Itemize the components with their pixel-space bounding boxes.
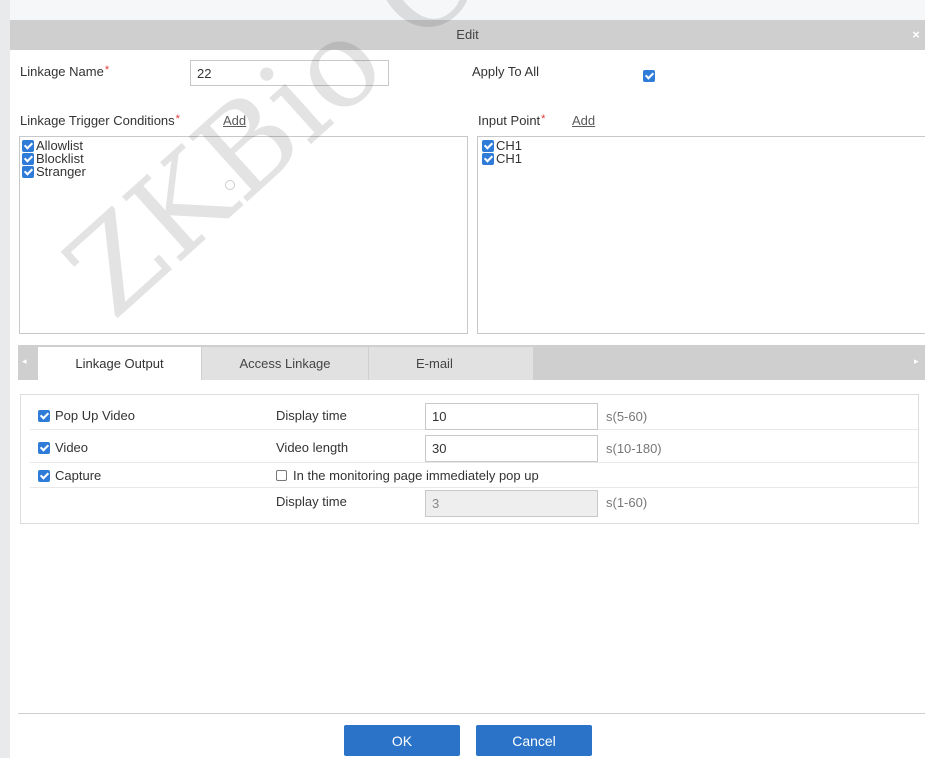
- display-time-range: s(5-60): [606, 409, 648, 424]
- trigger-conditions-list[interactable]: Allowlist Blocklist Stranger: [19, 136, 468, 334]
- blocklist-checkbox[interactable]: [22, 152, 34, 165]
- window-edge: [0, 0, 10, 758]
- dialog-title: Edit: [456, 27, 479, 42]
- display-time-input[interactable]: [425, 403, 598, 430]
- apply-to-all-label: Apply To All: [472, 64, 539, 79]
- video-length-label: Video length: [276, 440, 349, 455]
- list-item[interactable]: Blocklist: [20, 152, 467, 165]
- input-point-list[interactable]: CH1 CH1: [477, 136, 925, 334]
- list-item[interactable]: CH1: [480, 139, 925, 152]
- trigger-conditions-label: Linkage Trigger Conditions*: [20, 113, 180, 128]
- dialog-title-bar: Edit ×: [10, 20, 925, 50]
- pop-up-video-checkbox[interactable]: [38, 409, 50, 422]
- capture-option[interactable]: Capture: [38, 468, 101, 483]
- capture-display-time-range: s(1-60): [606, 495, 648, 510]
- input-point-label: Input Point*: [478, 113, 546, 128]
- pop-up-video-option[interactable]: Pop Up Video: [38, 408, 135, 423]
- background-band: [0, 0, 925, 20]
- footer-divider: [18, 713, 925, 714]
- tab-linkage-output[interactable]: Linkage Output: [38, 347, 201, 380]
- video-option[interactable]: Video: [38, 440, 88, 455]
- capture-display-time-label: Display time: [276, 494, 347, 509]
- stranger-checkbox[interactable]: [22, 165, 34, 178]
- list-item[interactable]: Stranger: [20, 165, 467, 178]
- list-item[interactable]: CH1: [480, 152, 925, 165]
- capture-checkbox[interactable]: [38, 469, 50, 482]
- ch1-checkbox[interactable]: [482, 152, 494, 165]
- apply-to-all-checkbox[interactable]: [643, 69, 655, 82]
- monitoring-popup-option[interactable]: In the monitoring page immediately pop u…: [276, 468, 539, 483]
- watermark-dot: [225, 180, 235, 190]
- capture-display-time-input: [425, 490, 598, 517]
- close-icon[interactable]: ×: [909, 20, 923, 50]
- trigger-add-link[interactable]: Add: [223, 113, 246, 128]
- monitoring-popup-checkbox[interactable]: [276, 470, 287, 481]
- ch1-checkbox[interactable]: [482, 139, 494, 152]
- ok-button[interactable]: OK: [344, 725, 460, 756]
- row-divider: [30, 462, 918, 463]
- tab-access-linkage[interactable]: Access Linkage: [202, 347, 368, 380]
- row-divider: [30, 487, 918, 488]
- input-point-add-link[interactable]: Add: [572, 113, 595, 128]
- scroll-left-icon[interactable]: ◂: [22, 356, 27, 367]
- tab-email[interactable]: E-mail: [369, 347, 533, 380]
- list-item[interactable]: Allowlist: [20, 139, 467, 152]
- linkage-name-input[interactable]: [190, 60, 389, 86]
- display-time-label: Display time: [276, 408, 347, 423]
- scroll-right-icon[interactable]: ▸: [914, 356, 919, 367]
- cancel-button[interactable]: Cancel: [476, 725, 592, 756]
- video-length-range: s(10-180): [606, 441, 662, 456]
- video-checkbox[interactable]: [38, 441, 50, 454]
- video-length-input[interactable]: [425, 435, 598, 462]
- allowlist-checkbox[interactable]: [22, 139, 34, 152]
- linkage-name-label: Linkage Name*: [20, 64, 110, 79]
